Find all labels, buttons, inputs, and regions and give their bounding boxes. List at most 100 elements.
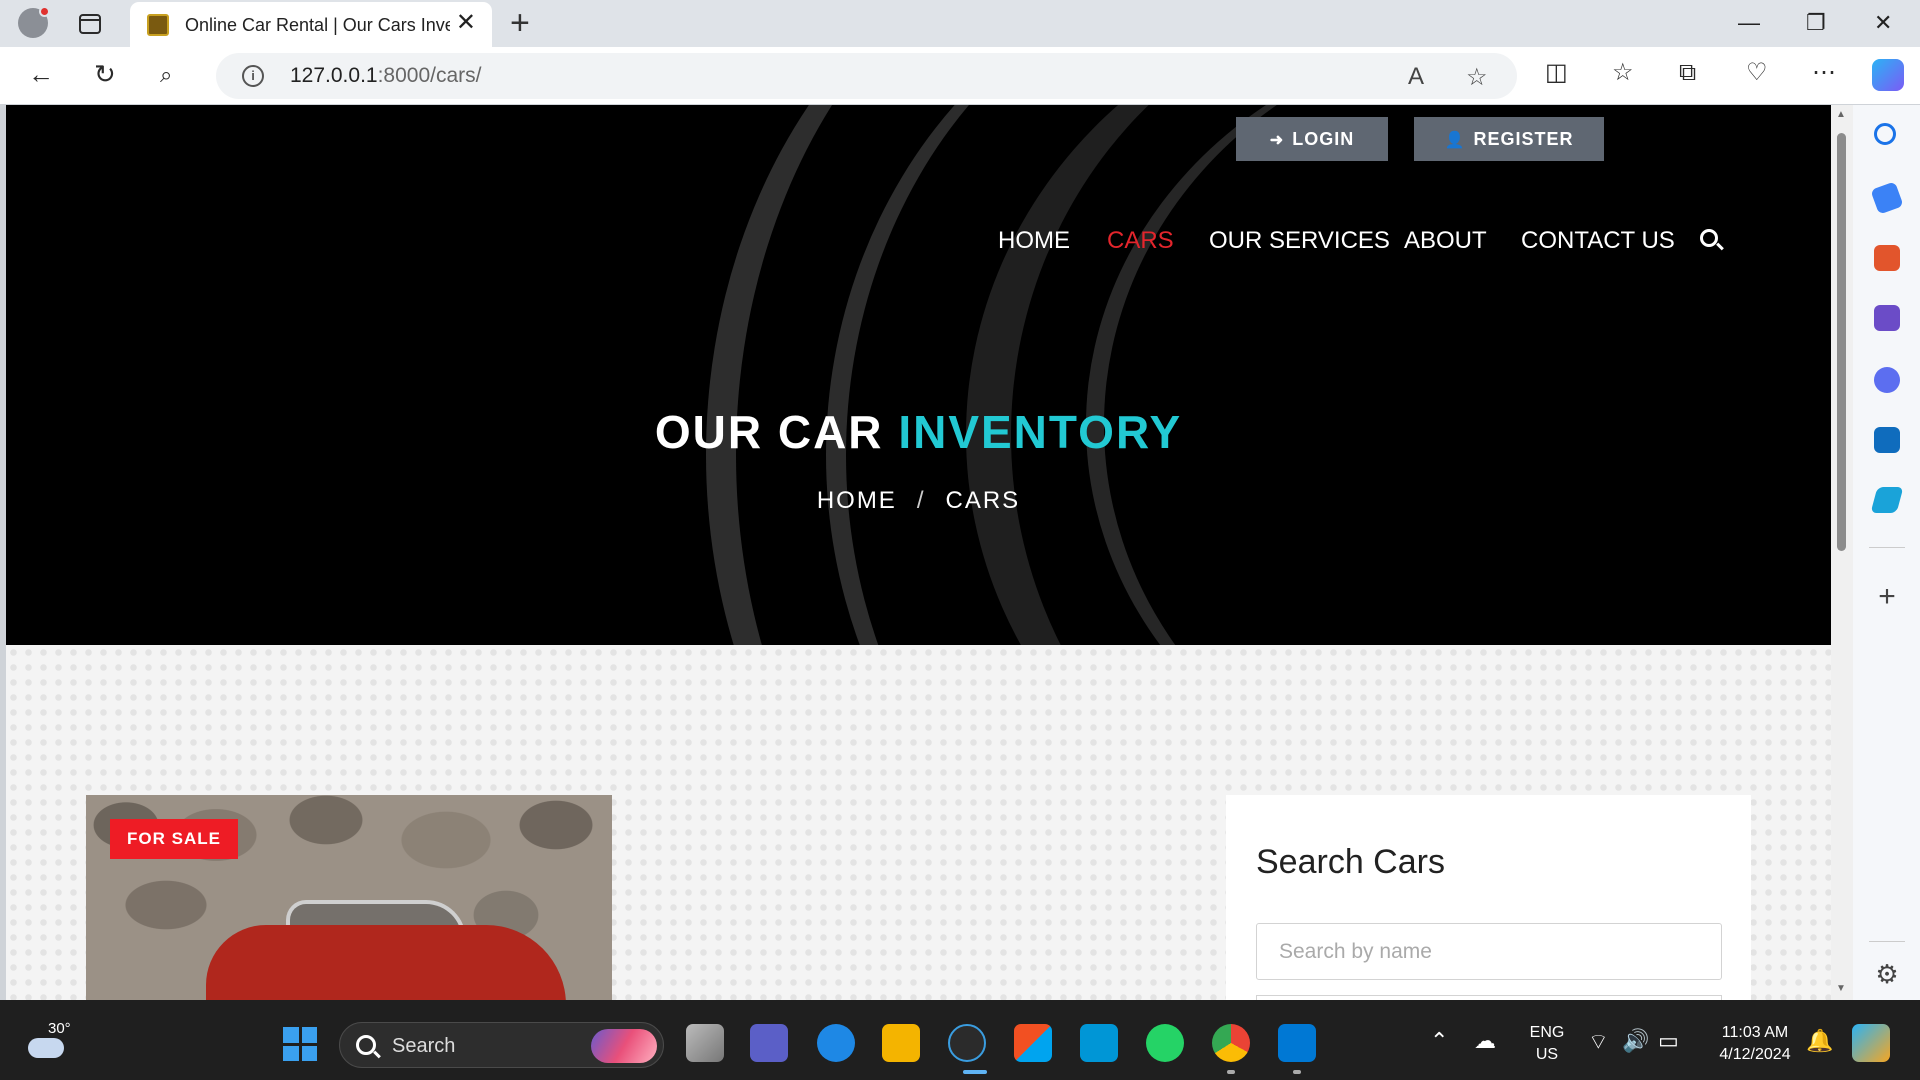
temperature: 30° bbox=[48, 1020, 71, 1037]
games-icon[interactable] bbox=[1874, 305, 1900, 331]
profile-avatar-icon[interactable] bbox=[18, 6, 50, 38]
sidebar-settings-gear-icon[interactable]: ⚙ bbox=[1874, 961, 1900, 987]
refresh-icon[interactable]: ↻ bbox=[94, 61, 116, 87]
lang-bottom: US bbox=[1535, 1046, 1559, 1063]
volume-icon[interactable]: 🔊 bbox=[1622, 1028, 1649, 1054]
search-panel-title: Search Cars bbox=[1256, 843, 1445, 881]
notification-dot bbox=[39, 6, 50, 17]
copilot-preview-icon[interactable] bbox=[1852, 1024, 1890, 1062]
whatsapp-icon[interactable] bbox=[1146, 1024, 1184, 1062]
nav-our-services[interactable]: OUR SERVICES bbox=[1209, 227, 1390, 255]
edge-sidebar: + ⚙ bbox=[1853, 105, 1920, 1000]
breadcrumb-current: CARS bbox=[945, 487, 1021, 514]
site-favicon-icon bbox=[147, 14, 169, 36]
nav-home[interactable]: HOME bbox=[998, 227, 1070, 255]
split-screen-icon[interactable]: ◫ bbox=[1545, 61, 1568, 85]
read-aloud-icon[interactable]: A bbox=[1408, 63, 1424, 91]
breadcrumb: HOME / CARS bbox=[6, 487, 1831, 515]
myhp-icon[interactable] bbox=[1080, 1024, 1118, 1062]
onedrive-icon[interactable]: ☁ bbox=[1474, 1028, 1496, 1054]
title-main: OUR CAR bbox=[654, 406, 884, 458]
login-button[interactable]: ➜ LOGIN bbox=[1236, 117, 1388, 161]
taskbar-search-box[interactable]: Search bbox=[339, 1022, 664, 1068]
address-bar[interactable]: i 127.0.0.1:8000/cars/ A ☆ bbox=[216, 53, 1517, 99]
search-highlight-art bbox=[591, 1029, 657, 1063]
web-page: ➜ LOGIN 👤 REGISTER HOME CARS OUR SERVICES … bbox=[6, 105, 1831, 1000]
sidebar-search-icon[interactable] bbox=[1874, 123, 1896, 145]
hero-banner: ➜ LOGIN 👤 REGISTER HOME CARS OUR SERVICES … bbox=[6, 105, 1831, 645]
more-menu-icon[interactable]: ⋯ bbox=[1812, 61, 1836, 85]
drop-icon[interactable] bbox=[1870, 487, 1904, 513]
tools-icon[interactable] bbox=[1874, 245, 1900, 271]
scroll-up-icon[interactable]: ▲ bbox=[1836, 109, 1846, 120]
nav-about[interactable]: ABOUT bbox=[1404, 227, 1487, 255]
shopping-tag-icon[interactable] bbox=[1870, 181, 1904, 215]
windows-start-icon[interactable] bbox=[283, 1027, 317, 1061]
nav-contact-us[interactable]: CONTACT US bbox=[1521, 227, 1675, 255]
new-tab-icon[interactable]: + bbox=[510, 6, 530, 40]
page-scrollbar[interactable]: ▲ ▼ bbox=[1831, 105, 1853, 1000]
sign-in-icon: ➜ bbox=[1269, 132, 1285, 149]
hero-stripe bbox=[1086, 105, 1831, 645]
browser-essentials-icon[interactable]: ♡ bbox=[1746, 61, 1768, 85]
magnifier-icon bbox=[356, 1035, 376, 1055]
running-app-indicator bbox=[1293, 1070, 1301, 1074]
register-button[interactable]: 👤 REGISTER bbox=[1414, 117, 1604, 161]
running-app-indicator bbox=[1227, 1070, 1235, 1074]
register-label: REGISTER bbox=[1473, 129, 1574, 149]
restore-icon[interactable]: ❐ bbox=[1806, 10, 1826, 36]
microsoft-store-icon[interactable] bbox=[1014, 1024, 1052, 1062]
chrome-icon[interactable] bbox=[1212, 1024, 1250, 1062]
microsoft-365-icon[interactable] bbox=[1874, 367, 1900, 393]
file-explorer-icon[interactable] bbox=[882, 1024, 920, 1062]
search-by-name-input[interactable] bbox=[1256, 923, 1722, 980]
favorite-star-icon[interactable]: ☆ bbox=[1466, 63, 1488, 92]
scroll-down-icon[interactable]: ▼ bbox=[1836, 983, 1846, 994]
clock-time: 11:03 AM bbox=[1721, 1024, 1789, 1041]
favorites-icon[interactable]: ☆ bbox=[1612, 61, 1634, 85]
tab-close-icon[interactable]: ✕ bbox=[456, 11, 476, 35]
copilot-icon[interactable] bbox=[1872, 59, 1904, 91]
active-app-indicator bbox=[963, 1070, 987, 1074]
close-window-icon[interactable]: ✕ bbox=[1874, 10, 1892, 36]
sidebar-divider bbox=[1869, 547, 1905, 548]
status-badge: FOR SALE bbox=[110, 819, 238, 859]
cloud-icon bbox=[28, 1038, 64, 1058]
tab-actions-icon[interactable] bbox=[79, 14, 101, 34]
taskbar-search-label: Search bbox=[392, 1035, 456, 1057]
page-title: OUR CAR INVENTORY bbox=[6, 405, 1831, 459]
language-indicator[interactable]: ENG US bbox=[1524, 1022, 1570, 1066]
back-arrow-icon[interactable]: ← bbox=[28, 61, 54, 87]
windows-taskbar: 30° Search ⌃ ☁ ENG US ⌔ 🔊 ▭ 11:03 AM 4/12/… bbox=[0, 1000, 1920, 1080]
search-icon[interactable] bbox=[1700, 229, 1718, 247]
vscode-icon[interactable] bbox=[1278, 1024, 1316, 1062]
minimize-icon[interactable]: — bbox=[1738, 10, 1760, 36]
add-sidebar-app-icon[interactable]: + bbox=[1874, 582, 1900, 612]
breadcrumb-home[interactable]: HOME bbox=[817, 487, 897, 514]
car-listing-card[interactable]: FOR SALE bbox=[86, 795, 612, 1000]
tab-title: Online Car Rental | Our Cars Inventory bbox=[185, 15, 450, 35]
browser-title-bar: Online Car Rental | Our Cars Inventory ✕… bbox=[0, 0, 1920, 47]
nav-cars[interactable]: CARS bbox=[1107, 227, 1174, 255]
task-view-icon[interactable] bbox=[686, 1024, 724, 1062]
battery-icon[interactable]: ▭ bbox=[1658, 1028, 1679, 1054]
teams-icon[interactable] bbox=[750, 1024, 788, 1062]
edge-browser-icon[interactable] bbox=[948, 1024, 986, 1062]
scroll-thumb[interactable] bbox=[1837, 133, 1846, 551]
browser-tab-active[interactable]: Online Car Rental | Our Cars Inventory ✕ bbox=[130, 2, 492, 47]
outlook-icon[interactable] bbox=[1874, 427, 1900, 453]
show-hidden-icons-chevron-icon[interactable]: ⌃ bbox=[1430, 1028, 1448, 1054]
wifi-icon[interactable]: ⌔ bbox=[1588, 1028, 1609, 1056]
search-cars-panel: Search Cars bbox=[1226, 795, 1751, 1000]
url-text[interactable]: 127.0.0.1:8000/cars/ bbox=[290, 64, 482, 88]
notifications-bell-icon[interactable]: 🔔 bbox=[1806, 1028, 1833, 1054]
search-tab-icon[interactable]: ⌕ bbox=[160, 64, 172, 86]
login-label: LOGIN bbox=[1292, 129, 1355, 149]
url-host: 127.0.0.1 bbox=[290, 64, 378, 87]
site-info-icon[interactable]: i bbox=[242, 65, 264, 87]
clock[interactable]: 11:03 AM 4/12/2024 bbox=[1700, 1022, 1810, 1066]
sidebar-divider bbox=[1869, 941, 1905, 942]
browser-toolbar: ← ↻ ⌕ i 127.0.0.1:8000/cars/ A ☆ ◫ ☆ ⧉ ♡… bbox=[0, 47, 1920, 104]
help-icon[interactable] bbox=[817, 1024, 855, 1062]
collections-icon[interactable]: ⧉ bbox=[1679, 61, 1696, 85]
